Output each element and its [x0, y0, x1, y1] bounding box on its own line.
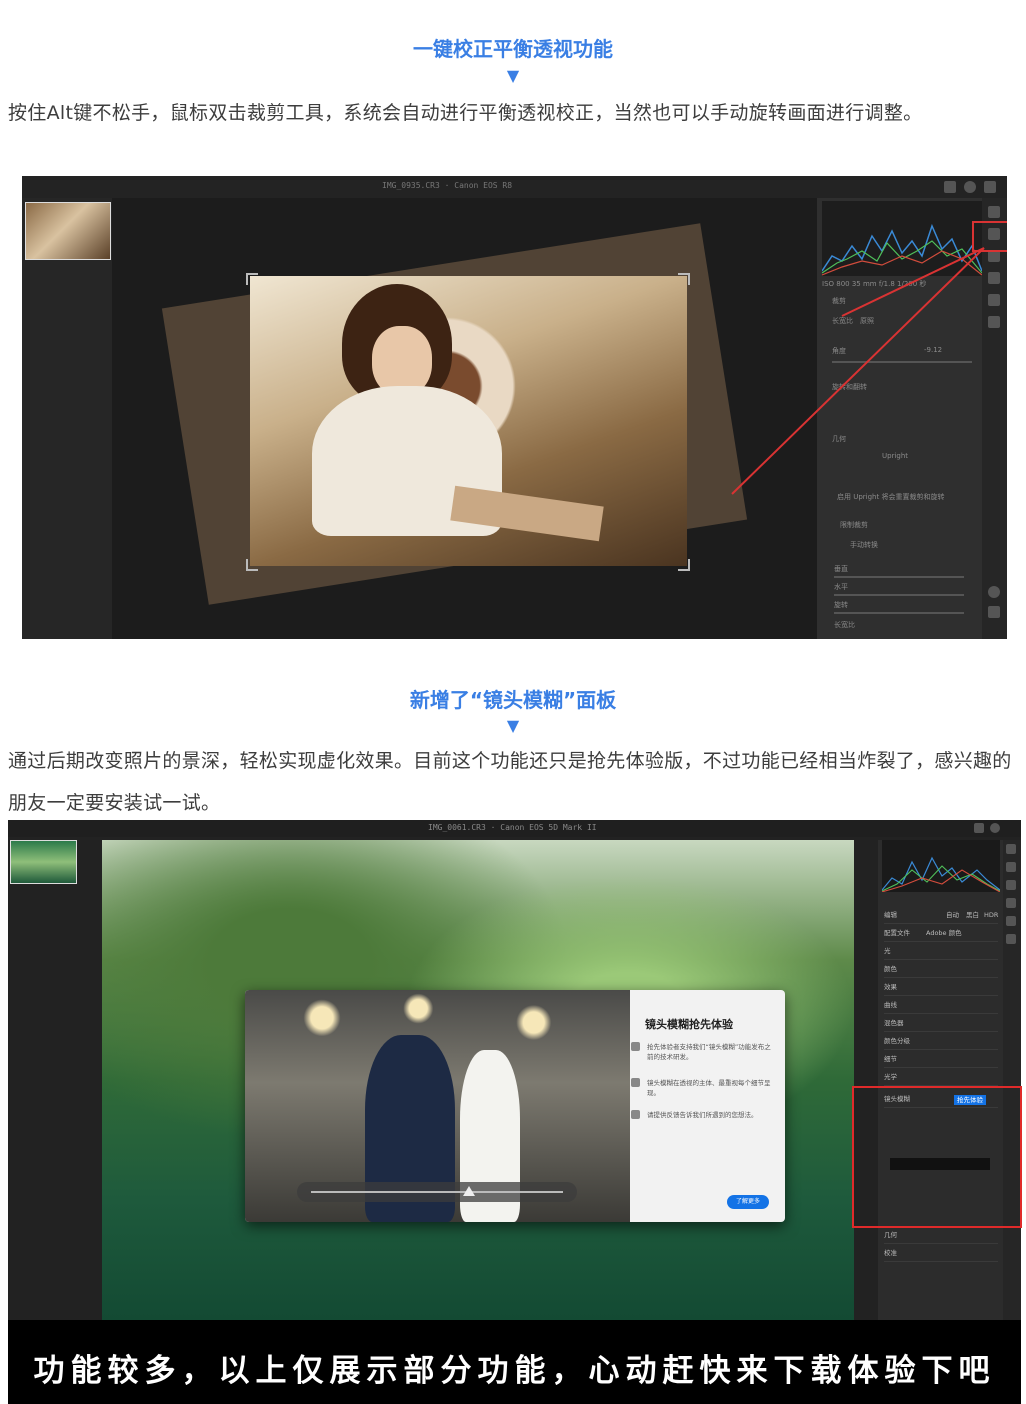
panel-row-curve[interactable]: 曲线: [884, 998, 998, 1014]
presets-tool-icon[interactable]: [1006, 934, 1016, 944]
window-titlebar: IMG_0061.CR3 · Canon EOS 5D Mark II: [8, 820, 1021, 837]
horizontal-slider[interactable]: [834, 594, 964, 596]
panel-row-edit[interactable]: 编辑 自动 黑白 HDR: [884, 908, 998, 924]
section2-heading: 新增了“镜头模糊”面板: [409, 688, 617, 712]
panel-row-detail[interactable]: 细节: [884, 1052, 998, 1068]
dialog-title: 镜头模糊抢先体验: [645, 1018, 733, 1031]
callout-arrows: [731, 247, 985, 495]
window-title: IMG_0061.CR3 · Canon EOS 5D Mark II: [428, 823, 597, 832]
share-icon[interactable]: [974, 823, 984, 833]
dialog-item-2: 镜头模糊在透视的主体、最重视每个细节呈现。: [647, 1079, 771, 1097]
mask-tool-icon[interactable]: [1006, 898, 1016, 908]
share-icon[interactable]: [944, 181, 956, 193]
filmstrip-thumbnail[interactable]: [25, 202, 111, 260]
auto-button[interactable]: 自动: [946, 908, 959, 923]
constrain-crop-checkbox[interactable]: 限制裁剪: [840, 520, 868, 530]
focus-icon: [631, 1078, 640, 1087]
before-after-slider[interactable]: [297, 1182, 577, 1202]
dialog-item-3: 请提供反馈告诉我们所遇到的您想法。: [647, 1111, 758, 1119]
vertical-slider[interactable]: [834, 576, 964, 578]
crop-handle-top-left[interactable]: [246, 273, 258, 285]
zoom-tool-icon[interactable]: [988, 586, 1000, 598]
panel-row-mixer[interactable]: 混色器: [884, 1016, 998, 1032]
panel-row-color[interactable]: 颜色: [884, 962, 998, 978]
feature-icon: [631, 1042, 640, 1051]
edit-tool-icon[interactable]: [988, 206, 1000, 218]
crop-handle-bottom-right[interactable]: [678, 559, 690, 571]
hand-tool-icon[interactable]: [988, 606, 1000, 618]
rotate-slider[interactable]: [834, 612, 964, 614]
lens-blur-dialog: 镜头模糊抢先体验 抢先体验者支持我们“镜头模糊”功能发布之前的技术研发。 镜头模…: [245, 990, 785, 1222]
panel-row-optics[interactable]: 光学: [884, 1070, 998, 1086]
lightroom-crop-screenshot: IMG_0935.CR3 · Canon EOS R8 ISO 800 35 m…: [22, 176, 1007, 639]
dialog-item-1: 抢先体验者支持我们“镜头模糊”功能发布之前的技术研发。: [647, 1043, 771, 1061]
panel-row-calibration[interactable]: 校准: [884, 1246, 998, 1262]
aspect-label: 长宽比: [834, 621, 855, 629]
panel-row-color-grading[interactable]: 颜色分级: [884, 1034, 998, 1050]
heal-tool-icon[interactable]: [1006, 880, 1016, 890]
panel-row-profile-label: 配置文件: [884, 929, 910, 937]
profile-select[interactable]: Adobe 颜色: [926, 926, 962, 941]
window-title: IMG_0935.CR3 · Canon EOS R8: [382, 181, 513, 190]
lightroom-lens-blur-screenshot: IMG_0061.CR3 · Canon EOS 5D Mark II 镜头模糊…: [8, 820, 1021, 1320]
panel-row-effects[interactable]: 效果: [884, 980, 998, 996]
section1-paragraph: 按住Alt键不松手，鼠标双击裁剪工具，系统会自动进行平衡透视校正，当然也可以手动…: [8, 102, 923, 124]
rotate-label: 旋转: [834, 601, 848, 609]
slider-handle-icon[interactable]: [463, 1186, 475, 1196]
lens-blur-panel-highlight: [852, 1086, 1022, 1228]
slider-track: [311, 1191, 563, 1193]
edit-tool-icon[interactable]: [1006, 844, 1016, 854]
vertical-label: 垂直: [834, 565, 848, 573]
manual-transform-label[interactable]: 手动转换: [850, 540, 878, 550]
learn-more-button[interactable]: 了解更多: [727, 1195, 769, 1209]
window-titlebar: IMG_0935.CR3 · Canon EOS R8: [22, 176, 1007, 198]
section1-heading: 一键校正平衡透视功能: [413, 37, 613, 61]
feedback-icon: [631, 1110, 640, 1119]
section2-paragraph: 通过后期改变照片的景深，轻松实现虚化效果。目前这个功能还只是抢先体验版，不过功能…: [8, 750, 1012, 814]
panel-row-profile[interactable]: 配置文件 Adobe 颜色: [884, 926, 998, 942]
histogram-graph: [882, 856, 1000, 892]
crop-handle-top-right[interactable]: [678, 273, 690, 285]
gear-icon[interactable]: [964, 181, 976, 193]
crop-tool-icon[interactable]: [1006, 862, 1016, 872]
banner-text: 功能较多，以上仅展示部分功能，心动赶快来下载体验下吧: [33, 1353, 996, 1389]
tool-strip: [1003, 840, 1021, 1320]
filmstrip: [22, 198, 112, 639]
bw-button[interactable]: 黑白: [966, 908, 979, 923]
section1-arrow-icon: ▼: [506, 66, 520, 85]
expand-icon[interactable]: [984, 181, 996, 193]
section2-arrow-icon: ▼: [506, 716, 520, 735]
horizontal-label: 水平: [834, 583, 848, 591]
panel-row-geometry[interactable]: 几何: [884, 1228, 998, 1244]
histogram: [882, 840, 1000, 892]
panel-row-edit-label: 编辑: [884, 911, 897, 919]
hdr-button[interactable]: HDR: [984, 908, 998, 923]
panel-row-light[interactable]: 光: [884, 944, 998, 960]
crop-handle-bottom-left[interactable]: [246, 559, 258, 571]
gear-icon[interactable]: [990, 823, 1000, 833]
redeye-tool-icon[interactable]: [1006, 916, 1016, 926]
filmstrip-thumbnail[interactable]: [10, 840, 77, 884]
